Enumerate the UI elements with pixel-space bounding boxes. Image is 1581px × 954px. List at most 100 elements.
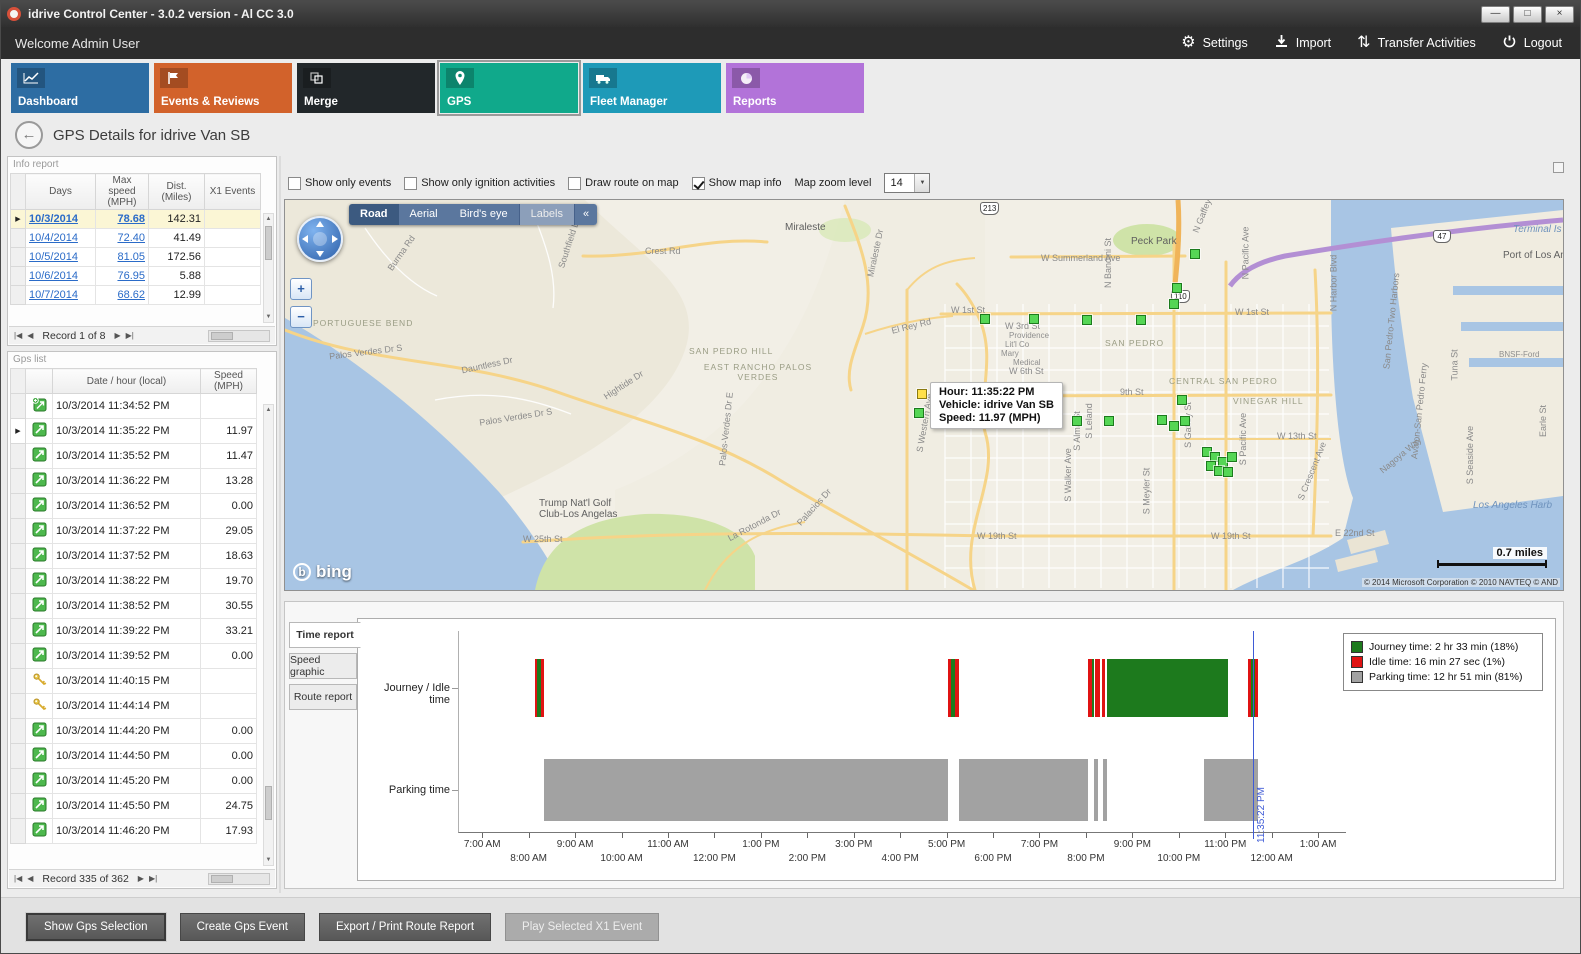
chevron-down-icon[interactable]: ▼	[914, 174, 929, 192]
gps-marker[interactable]	[1082, 315, 1092, 325]
chart-tab-route-report[interactable]: Route report	[289, 684, 357, 710]
gps-table-row[interactable]: 10/3/2014 11:44:14 PM	[11, 694, 257, 719]
footer-button-export-print-route-report[interactable]: Export / Print Route Report	[319, 913, 491, 941]
pan-west-icon[interactable]	[302, 235, 308, 243]
map-toolbar-collapse-button[interactable]: «	[574, 204, 597, 225]
compass-control[interactable]	[297, 216, 343, 262]
topbar-action-import[interactable]: Import	[1274, 34, 1331, 52]
scroll-thumb[interactable]	[265, 226, 272, 260]
nav-tile-gps[interactable]: GPS	[440, 63, 578, 113]
pager-next-button[interactable]: ▶	[114, 331, 120, 340]
max-speed-cell[interactable]: 81.05	[96, 248, 149, 267]
pan-south-icon[interactable]	[316, 251, 324, 257]
gps-marker[interactable]	[1180, 416, 1190, 426]
gps-marker[interactable]	[1136, 315, 1146, 325]
map-view-aerial[interactable]: Aerial	[399, 204, 449, 225]
maximize-button[interactable]: □	[1513, 6, 1542, 23]
chart-tab-time-report[interactable]: Time report	[289, 622, 361, 648]
gps-table-row[interactable]: 10/3/2014 11:40:15 PM	[11, 669, 257, 694]
gps-marker[interactable]	[914, 408, 924, 418]
days-cell[interactable]: 10/7/2014	[26, 286, 96, 305]
gps-marker[interactable]	[1169, 421, 1179, 431]
zoom-out-button[interactable]: −	[290, 306, 312, 328]
zoom-in-button[interactable]: +	[290, 278, 312, 300]
gps-marker[interactable]	[1227, 452, 1237, 462]
gps-table-row[interactable]: 10/3/2014 11:34:52 PM	[11, 394, 257, 419]
checkbox-icon[interactable]	[404, 177, 417, 190]
nav-tile-dashboard[interactable]: Dashboard	[11, 63, 149, 113]
gps-table-row[interactable]: 10/3/2014 11:36:22 PM13.28	[11, 469, 257, 494]
gps-marker[interactable]	[1190, 249, 1200, 259]
gps-table-row[interactable]: 10/3/2014 11:45:50 PM24.75	[11, 794, 257, 819]
column-header-max-speed-mph[interactable]: Max speed (MPH)	[96, 174, 149, 210]
gps-table-row[interactable]: 10/3/2014 11:38:22 PM19.70	[11, 569, 257, 594]
chart-tab-speed-graphic[interactable]: Speed graphic	[289, 653, 357, 679]
pager-prev-button[interactable]: ◀	[27, 331, 33, 340]
checkbox-checked-icon[interactable]	[692, 177, 705, 190]
gps-marker[interactable]	[1072, 416, 1082, 426]
gps-table-row[interactable]: 10/3/2014 11:36:52 PM0.00	[11, 494, 257, 519]
gps-table-row[interactable]: 10/3/2014 11:37:52 PM18.63	[11, 544, 257, 569]
nav-tile-merge[interactable]: Merge	[297, 63, 435, 113]
nav-tile-fleet-manager[interactable]: Fleet Manager	[583, 63, 721, 113]
map-view[interactable]: MiralestePeck ParkW Summerland AveCrest …	[284, 199, 1564, 591]
scroll-thumb[interactable]	[265, 786, 272, 820]
checkbox-icon[interactable]	[288, 177, 301, 190]
info-table-row[interactable]: ▶10/3/201478.68142.31	[11, 210, 261, 229]
gps-table-row[interactable]: 10/3/2014 11:35:52 PM11.47	[11, 444, 257, 469]
map-view-road[interactable]: Road	[349, 204, 399, 225]
info-table-row[interactable]: 10/6/201476.955.88	[11, 267, 261, 286]
checkbox-icon[interactable]	[568, 177, 581, 190]
scroll-down-icon[interactable]: ▼	[266, 855, 272, 865]
map-view-labels[interactable]: Labels	[519, 204, 574, 225]
gps-table-row[interactable]: ▶10/3/2014 11:35:22 PM11.97	[11, 419, 257, 444]
topbar-action-logout[interactable]: Logout	[1502, 34, 1562, 52]
gps-table-row[interactable]: 10/3/2014 11:45:20 PM0.00	[11, 769, 257, 794]
scroll-up-icon[interactable]: ▲	[266, 214, 272, 224]
days-cell[interactable]: 10/6/2014	[26, 267, 96, 286]
gps-marker[interactable]	[1169, 299, 1179, 309]
max-speed-cell[interactable]: 68.62	[96, 286, 149, 305]
close-button[interactable]: ×	[1545, 6, 1574, 23]
scroll-up-icon[interactable]: ▲	[266, 405, 272, 415]
footer-button-create-gps-event[interactable]: Create Gps Event	[180, 913, 305, 941]
nav-tile-reports[interactable]: Reports	[726, 63, 864, 113]
days-cell[interactable]: 10/3/2014	[26, 210, 96, 229]
pager-scroll-thumb[interactable]	[211, 875, 233, 883]
pager-scrollbar[interactable]	[208, 873, 270, 885]
info-table-row[interactable]: 10/5/201481.05172.56	[11, 248, 261, 267]
column-header-days[interactable]: Days	[26, 174, 96, 210]
scroll-down-icon[interactable]: ▼	[266, 312, 272, 322]
pager-first-button[interactable]: |◀	[14, 331, 22, 340]
gps-table-row[interactable]: 10/3/2014 11:37:22 PM29.05	[11, 519, 257, 544]
column-header-date-hour-local[interactable]: Date / hour (local)	[53, 369, 201, 394]
max-speed-cell[interactable]: 76.95	[96, 267, 149, 286]
map-view-bird-s-eye[interactable]: Bird's eye	[449, 204, 519, 225]
back-button[interactable]: ←	[15, 121, 43, 149]
minimize-button[interactable]: —	[1481, 6, 1510, 23]
checkbox-show-map-info[interactable]: Show map info	[692, 177, 782, 190]
scroll-track[interactable]	[264, 224, 273, 312]
nav-tile-events-reviews[interactable]: Events & Reviews	[154, 63, 292, 113]
gps-marker[interactable]	[1029, 314, 1039, 324]
info-table-row[interactable]: 10/7/201468.6212.99	[11, 286, 261, 305]
gps-marker[interactable]	[1223, 467, 1233, 477]
pager-scroll-thumb[interactable]	[211, 332, 233, 340]
gps-table-row[interactable]: 10/3/2014 11:44:20 PM0.00	[11, 719, 257, 744]
topbar-action-settings[interactable]: ⚙Settings	[1181, 35, 1248, 51]
info-report-scrollbar[interactable]: ▲ ▼	[263, 213, 274, 323]
pager-next-button[interactable]: ▶	[138, 874, 144, 883]
gps-table-row[interactable]: 10/3/2014 11:39:22 PM33.21	[11, 619, 257, 644]
time-cursor[interactable]	[1253, 631, 1254, 839]
pager-last-button[interactable]: ▶|	[149, 874, 157, 883]
pager-first-button[interactable]: |◀	[14, 874, 22, 883]
gps-marker[interactable]	[1177, 395, 1187, 405]
gps-marker[interactable]	[1104, 416, 1114, 426]
pager-scrollbar[interactable]	[208, 330, 270, 342]
days-cell[interactable]: 10/4/2014	[26, 229, 96, 248]
gps-table-row[interactable]: 10/3/2014 11:38:52 PM30.55	[11, 594, 257, 619]
pager-prev-button[interactable]: ◀	[27, 874, 33, 883]
max-speed-cell[interactable]: 78.68	[96, 210, 149, 229]
column-header-dist-miles[interactable]: Dist. (Miles)	[149, 174, 205, 210]
topbar-action-transfer-activities[interactable]: ⇅Transfer Activities	[1357, 35, 1476, 51]
